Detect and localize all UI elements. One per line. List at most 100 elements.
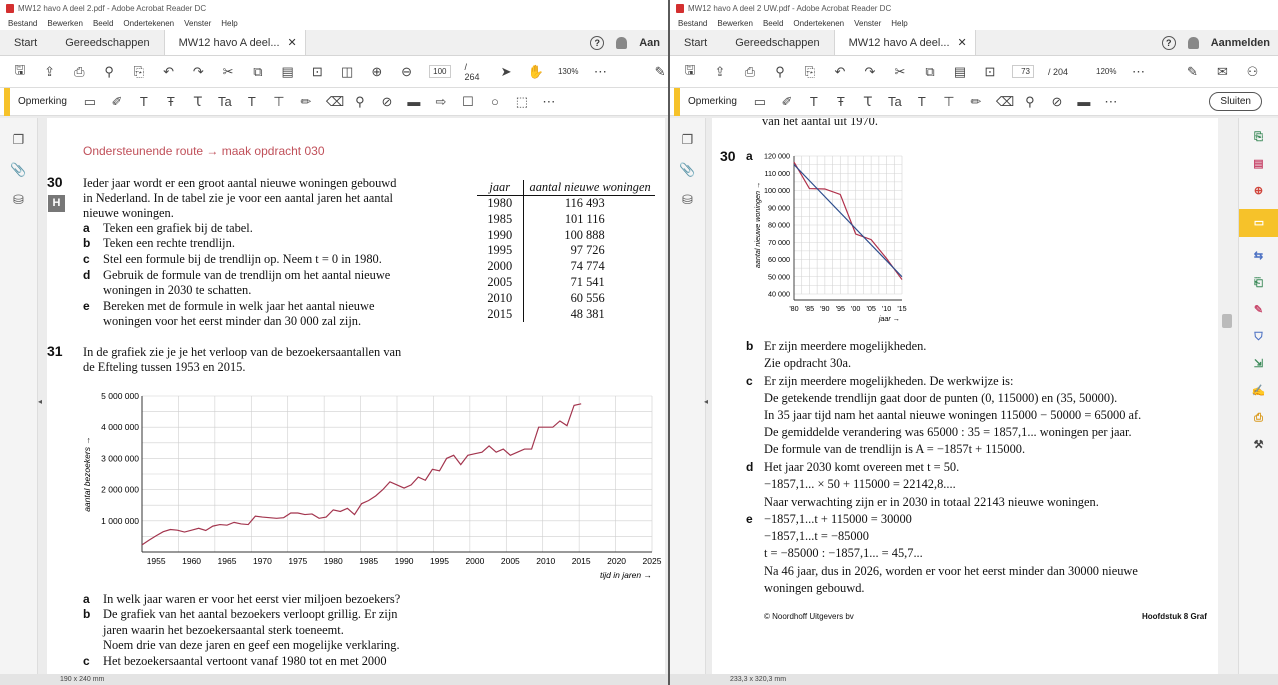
vertical-scrollbar[interactable] xyxy=(1218,118,1238,674)
pencil-icon[interactable]: ✏ xyxy=(969,94,983,110)
layers-icon[interactable]: ⛁ xyxy=(0,192,37,208)
edit-pdf-icon[interactable]: ⎗ xyxy=(1251,275,1267,291)
insert-text-icon[interactable]: Ta xyxy=(218,94,232,109)
create-pdf-icon[interactable]: ⊕ xyxy=(1251,183,1267,199)
tab-tools[interactable]: Gereedschappen xyxy=(721,30,833,55)
mail-icon[interactable]: ✉ xyxy=(1215,64,1231,80)
bell-icon[interactable] xyxy=(1187,37,1199,49)
undo-icon[interactable]: ↶ xyxy=(161,64,177,80)
line-icon[interactable]: ▬ xyxy=(407,94,421,109)
collapse-left-icon[interactable]: ◂ xyxy=(38,397,42,406)
text-icon[interactable]: T xyxy=(137,94,151,109)
page-number-input[interactable]: 100 xyxy=(428,65,451,78)
paste-icon[interactable]: ▤ xyxy=(952,64,968,80)
comment-tool-icon[interactable]: ▭ xyxy=(1239,209,1278,237)
print-icon[interactable]: ⎙ xyxy=(742,64,758,80)
page-number-input[interactable]: 73 xyxy=(1012,65,1034,78)
eraser-icon[interactable]: ⌫ xyxy=(326,94,344,110)
close-tab-icon[interactable]: ✕ xyxy=(958,36,967,49)
protect-icon[interactable]: ⛉ xyxy=(1251,329,1267,345)
cursor-icon[interactable]: ➤ xyxy=(498,64,514,80)
sticky-note-icon[interactable]: ▭ xyxy=(753,94,767,110)
save-icon[interactable]: 🖫 xyxy=(682,62,698,80)
bell-icon[interactable] xyxy=(616,37,628,49)
menu-ondertekenen[interactable]: Ondertekenen xyxy=(793,19,844,28)
replace-text-icon[interactable]: Ꚍ xyxy=(191,94,205,110)
sign-icon[interactable]: ✎ xyxy=(652,64,668,80)
close-tab-icon[interactable]: ✕ xyxy=(288,36,297,49)
zoom-select[interactable]: 130% xyxy=(558,67,578,76)
oval-icon[interactable]: ○ xyxy=(488,94,502,109)
fill-sign-icon[interactable]: ⚇ xyxy=(1245,64,1261,80)
copy-icon[interactable]: ⧉ xyxy=(250,64,266,80)
compress-icon[interactable]: ⇲ xyxy=(1251,356,1267,372)
tab-start[interactable]: Start xyxy=(670,30,721,55)
fill-sign-icon[interactable]: ✎ xyxy=(1251,302,1267,318)
insert-text-icon[interactable]: Ta xyxy=(888,94,902,109)
more-tools-icon[interactable]: ⚒ xyxy=(1251,437,1267,453)
zoom-select[interactable]: 120% xyxy=(1096,67,1116,76)
screenshot-icon[interactable]: ⊡ xyxy=(982,64,998,80)
textbox-icon[interactable]: ⊤ xyxy=(942,94,956,110)
more-icon[interactable]: ⋯ xyxy=(542,94,556,110)
request-sign-icon[interactable]: ✍ xyxy=(1251,383,1267,399)
text-icon[interactable]: T xyxy=(807,94,821,109)
add-text-icon[interactable]: T xyxy=(915,94,929,109)
upload-icon[interactable]: ⇪ xyxy=(42,64,58,80)
scrollbar-thumb[interactable] xyxy=(1222,314,1232,328)
collapse-left-icon[interactable]: ◂ xyxy=(704,397,708,406)
menu-beeld[interactable]: Beeld xyxy=(763,19,783,28)
pencil-icon[interactable]: ✏ xyxy=(299,94,313,110)
attachment-icon[interactable]: 📎 xyxy=(0,162,37,178)
export-pdf-icon[interactable]: ⎘ xyxy=(1251,129,1267,145)
combine-files-icon[interactable]: ⇆ xyxy=(1251,248,1267,264)
more-icon[interactable]: ⋯ xyxy=(1131,64,1147,80)
paste-icon[interactable]: ▤ xyxy=(280,64,296,80)
highlight-icon[interactable]: ✐ xyxy=(110,94,124,110)
send-review-icon[interactable]: ⎙ xyxy=(1251,410,1267,426)
find-icon[interactable]: ⎘ xyxy=(131,64,147,80)
compare-icon[interactable]: ◫ xyxy=(339,64,355,80)
menu-venster[interactable]: Venster xyxy=(184,19,211,28)
pages-icon[interactable]: ❐ xyxy=(0,132,37,148)
page-up-icon[interactable]: ⊕ xyxy=(369,64,385,80)
menu-bestand[interactable]: Bestand xyxy=(8,19,37,28)
menu-beeld[interactable]: Beeld xyxy=(93,19,113,28)
attach-icon[interactable]: ⊘ xyxy=(1050,94,1064,110)
cut-icon[interactable]: ✂ xyxy=(892,64,908,80)
menu-bewerken[interactable]: Bewerken xyxy=(47,19,83,28)
line-icon[interactable]: ▬ xyxy=(1077,94,1091,109)
screenshot-icon[interactable]: ⊡ xyxy=(310,64,326,80)
organize-pages-icon[interactable]: ▤ xyxy=(1251,156,1267,172)
rectangle-icon[interactable]: ☐ xyxy=(461,94,475,110)
sign-in-link[interactable]: Aan xyxy=(639,37,660,49)
sign-icon[interactable]: ✎ xyxy=(1185,64,1201,80)
tab-document[interactable]: MW12 havo A deel... ✕ xyxy=(833,30,976,55)
help-icon[interactable]: ? xyxy=(590,36,605,50)
stamp-icon[interactable]: ⚲ xyxy=(353,94,367,110)
tab-document[interactable]: MW12 havo A deel... ✕ xyxy=(163,30,306,55)
tab-tools[interactable]: Gereedschappen xyxy=(51,30,163,55)
cut-icon[interactable]: ✂ xyxy=(220,64,236,80)
close-comment-button[interactable]: Sluiten xyxy=(1209,92,1262,111)
replace-text-icon[interactable]: Ꚍ xyxy=(861,94,875,110)
strikethrough-icon[interactable]: Ŧ xyxy=(834,94,848,109)
help-icon[interactable]: ? xyxy=(1161,36,1176,50)
pages-icon[interactable]: ❐ xyxy=(670,132,705,148)
attach-icon[interactable]: ⊘ xyxy=(380,94,394,110)
strikethrough-icon[interactable]: Ŧ xyxy=(164,94,178,109)
find-icon[interactable]: ⎘ xyxy=(802,64,818,80)
undo-icon[interactable]: ↶ xyxy=(832,64,848,80)
layers-icon[interactable]: ⛁ xyxy=(670,192,705,208)
more-icon[interactable]: ⋯ xyxy=(1104,94,1118,110)
redo-icon[interactable]: ↷ xyxy=(862,64,878,80)
sticky-note-icon[interactable]: ▭ xyxy=(83,94,97,110)
hand-icon[interactable]: ✋ xyxy=(528,64,544,80)
tab-start[interactable]: Start xyxy=(0,30,51,55)
arrow-icon[interactable]: ⇨ xyxy=(434,94,448,110)
redo-icon[interactable]: ↷ xyxy=(191,64,207,80)
page-down-icon[interactable]: ⊖ xyxy=(399,64,415,80)
copy-icon[interactable]: ⧉ xyxy=(922,64,938,80)
eraser-icon[interactable]: ⌫ xyxy=(996,94,1014,110)
menu-bewerken[interactable]: Bewerken xyxy=(717,19,753,28)
